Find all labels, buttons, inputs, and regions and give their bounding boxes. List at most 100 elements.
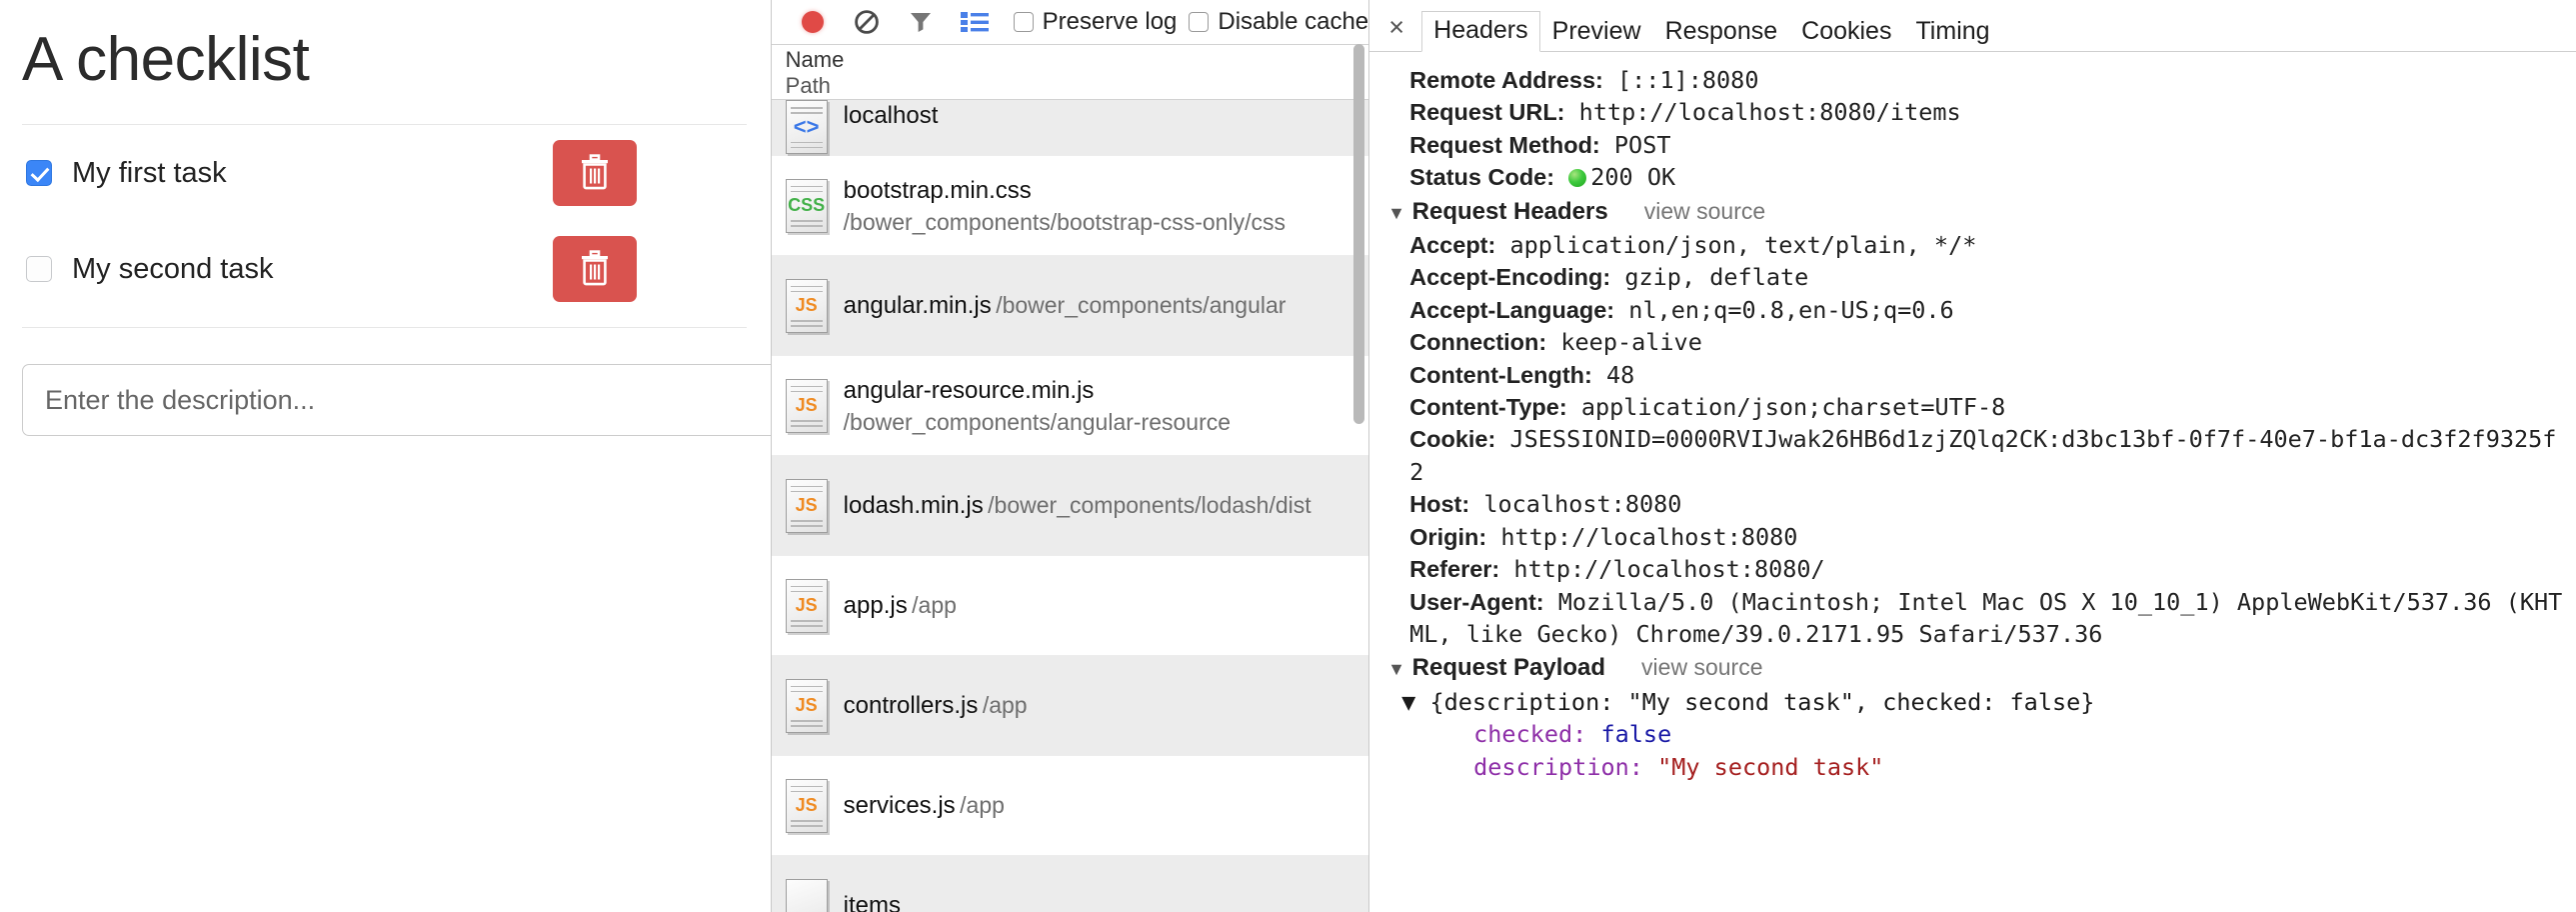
request-detail-pane: × Headers Preview Response Cookies Timin…: [1369, 0, 2576, 912]
general-request-method-value: POST: [1614, 131, 1671, 159]
network-row-8[interactable]: items: [772, 856, 1368, 912]
js-file-icon: JS: [786, 579, 828, 633]
header-content-type-key: Content-Type:: [1409, 394, 1567, 420]
header-host: Host: localhost:8080: [1387, 488, 2566, 520]
request-name-2: angular.min.js: [844, 292, 992, 319]
disable-cache-checkbox[interactable]: Disable cache: [1189, 8, 1368, 36]
general-request-url-key: Request URL:: [1409, 99, 1564, 125]
disable-cache-label: Disable cache: [1218, 8, 1368, 36]
request-name-5: app.js: [844, 592, 908, 619]
request-path-1: /bower_components/bootstrap-css-only/css: [844, 209, 1286, 235]
network-request-list[interactable]: <> localhost CSS bootstrap.min.css /bowe…: [772, 100, 1368, 912]
request-name-4: lodash.min.js: [844, 492, 984, 519]
page-title: A checklist: [22, 26, 747, 94]
css-file-icon: CSS: [786, 179, 828, 233]
network-row-4[interactable]: JS lodash.min.js /bower_components/lodas…: [772, 456, 1368, 556]
view-list-icon[interactable]: [948, 0, 1002, 44]
network-list-scrollbar[interactable]: [1353, 44, 1364, 424]
app-root: A checklist My first task: [0, 0, 2576, 912]
trash-icon: [579, 154, 611, 193]
network-row-7[interactable]: JS services.js /app: [772, 756, 1368, 856]
header-origin: Origin: http://localhost:8080: [1387, 521, 2566, 553]
payload-row-checked: checked: false: [1387, 718, 2566, 750]
filter-icon[interactable]: [894, 0, 948, 44]
header-accept: Accept: application/json, text/plain, */…: [1387, 229, 2566, 261]
column-header-path: Path: [786, 73, 1368, 99]
add-task-form: [22, 364, 772, 436]
request-path-5: /app: [912, 592, 957, 618]
header-content-type: Content-Type: application/json;charset=U…: [1387, 391, 2566, 423]
request-path-4: /bower_components/lodash/dist: [988, 492, 1310, 518]
html-file-icon: <>: [786, 100, 828, 154]
delete-task-button-1[interactable]: [553, 236, 637, 302]
header-user-agent: User-Agent: Mozilla/5.0 (Macintosh; Inte…: [1387, 586, 2566, 651]
close-icon[interactable]: ×: [1379, 7, 1413, 47]
tab-response[interactable]: Response: [1653, 12, 1790, 52]
web-page-pane: A checklist My first task: [0, 0, 772, 912]
task-label-1: My second task: [72, 253, 273, 286]
request-name-8: items: [844, 892, 901, 912]
preserve-log-checkbox[interactable]: Preserve log: [1014, 8, 1178, 36]
list-divider: [22, 327, 747, 328]
request-path-2: /bower_components/angular: [996, 292, 1286, 318]
task-checkbox-0[interactable]: [26, 160, 52, 186]
network-row-6[interactable]: JS controllers.js /app: [772, 656, 1368, 756]
headers-content: Remote Address: [::1]:8080 Request URL: …: [1369, 52, 2576, 912]
request-payload-section-header[interactable]: ▼ Request Payload view source: [1387, 651, 2566, 685]
tab-cookies[interactable]: Cookies: [1789, 12, 1903, 52]
collapse-caret-icon: ▼: [1387, 203, 1405, 223]
clear-icon[interactable]: [840, 0, 894, 44]
network-row-0[interactable]: <> localhost: [772, 100, 1368, 156]
request-headers-section-header[interactable]: ▼ Request Headers view source: [1387, 195, 2566, 229]
network-row-2[interactable]: JS angular.min.js /bower_components/angu…: [772, 256, 1368, 356]
tab-preview[interactable]: Preview: [1540, 12, 1653, 52]
js-file-icon: JS: [786, 679, 828, 733]
payload-row-description: description: "My second task": [1387, 751, 2566, 783]
tab-headers[interactable]: Headers: [1421, 11, 1540, 52]
general-remote-address: Remote Address: [::1]:8080: [1387, 64, 2566, 96]
general-remote-address-key: Remote Address:: [1409, 67, 1603, 93]
payload-description-value: "My second task": [1657, 753, 1883, 781]
header-referer-key: Referer:: [1409, 556, 1499, 582]
general-request-method-key: Request Method:: [1409, 132, 1600, 158]
network-row-3[interactable]: JS angular-resource.min.js /bower_compon…: [772, 356, 1368, 456]
network-column-header[interactable]: Name Path: [772, 44, 1368, 100]
delete-task-button-0[interactable]: [553, 140, 637, 206]
detail-tab-bar: × Headers Preview Response Cookies Timin…: [1369, 0, 2576, 52]
task-label-0: My first task: [72, 157, 227, 190]
collapse-caret-icon: ▼: [1387, 659, 1405, 679]
status-code-row: Status Code: 200 OK: [1387, 161, 2566, 193]
header-accept-encoding-key: Accept-Encoding:: [1409, 264, 1610, 290]
view-source-link-headers[interactable]: view source: [1644, 195, 1765, 227]
js-file-icon: JS: [786, 379, 828, 433]
tab-timing[interactable]: Timing: [1903, 12, 2001, 52]
network-toolbar: Preserve log Disable cache: [772, 0, 1368, 44]
record-icon[interactable]: [786, 0, 840, 44]
request-name-0: localhost: [844, 102, 939, 129]
status-ok-icon: [1568, 169, 1586, 187]
network-row-1[interactable]: CSS bootstrap.min.css /bower_components/…: [772, 156, 1368, 256]
header-accept-language-value: nl,en;q=0.8,en-US;q=0.6: [1628, 296, 1953, 324]
header-accept-value: application/json, text/plain, */*: [1509, 231, 1976, 259]
status-code-key: Status Code:: [1409, 164, 1554, 190]
page-content: A checklist My first task: [0, 26, 771, 436]
general-remote-address-value: [::1]:8080: [1617, 66, 1758, 94]
request-name-1: bootstrap.min.css: [844, 177, 1032, 204]
header-origin-key: Origin:: [1409, 524, 1486, 550]
request-name-3: angular-resource.min.js: [844, 377, 1095, 404]
view-source-link-payload[interactable]: view source: [1641, 651, 1762, 683]
header-content-type-value: application/json;charset=UTF-8: [1581, 393, 2005, 421]
description-input[interactable]: [22, 364, 772, 436]
task-row: My second task: [22, 221, 747, 317]
header-accept-encoding-value: gzip, deflate: [1624, 263, 1808, 291]
request-path-3: /bower_components/angular-resource: [844, 409, 1231, 435]
task-checkbox-1[interactable]: [26, 256, 52, 282]
js-file-icon: JS: [786, 779, 828, 833]
header-accept-language-key: Accept-Language:: [1409, 297, 1614, 323]
payload-description-key: description:: [1473, 753, 1643, 781]
payload-summary-row[interactable]: ▼ {description: "My second task", checke…: [1387, 686, 2566, 718]
request-path-7: /app: [960, 792, 1005, 818]
header-connection-value: keep-alive: [1560, 328, 1701, 356]
task-row: My first task: [22, 125, 747, 221]
network-row-5[interactable]: JS app.js /app: [772, 556, 1368, 656]
